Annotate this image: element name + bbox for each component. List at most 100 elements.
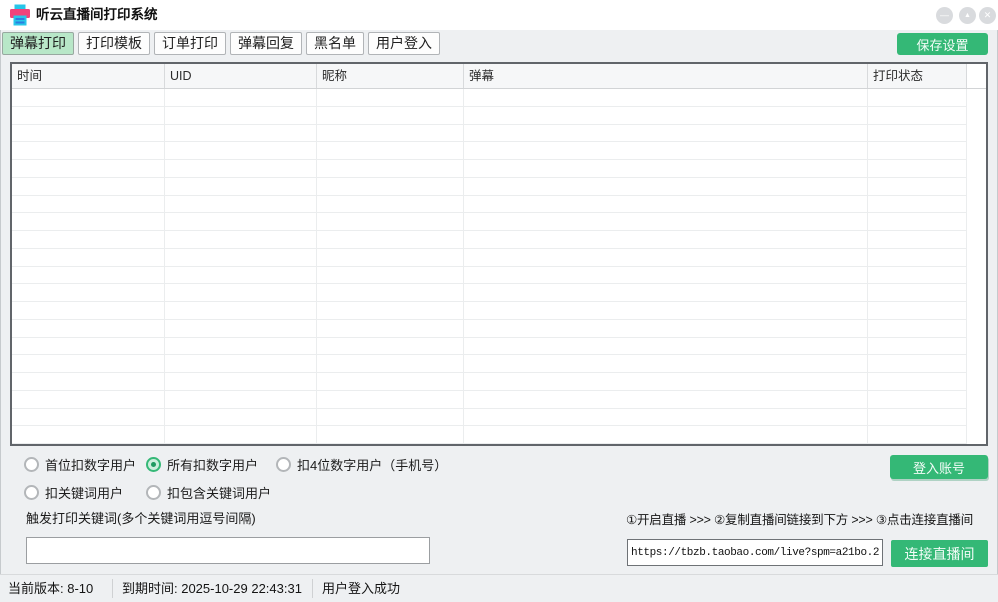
table-cell: [464, 107, 868, 125]
radio-icon: [146, 457, 161, 472]
table-cell: [165, 142, 317, 160]
table-cell: [868, 107, 967, 125]
table-cell: [464, 231, 868, 249]
table-row: [12, 320, 986, 338]
table-cell: [868, 373, 967, 391]
table-cell: [165, 373, 317, 391]
table-cell: [464, 391, 868, 409]
table-cell: [12, 302, 165, 320]
table-cell: [12, 409, 165, 427]
trigger-keyword-input[interactable]: [26, 537, 430, 564]
table-cell: [868, 125, 967, 143]
tab-user-login[interactable]: 用户登入: [368, 32, 440, 55]
table-cell: [967, 355, 986, 373]
radio-all-digit-user[interactable]: 所有扣数字用户: [146, 456, 258, 472]
tab-danmu-print[interactable]: 弹幕打印: [2, 32, 74, 55]
table-cell: [868, 89, 967, 107]
radio-label: 扣关键词用户: [45, 483, 123, 502]
table-cell: [967, 267, 986, 285]
login-account-button[interactable]: 登入账号: [890, 455, 988, 479]
radio-contain-keyword-user[interactable]: 扣包含关键词用户: [146, 484, 271, 500]
tab-danmu-reply[interactable]: 弹幕回复: [230, 32, 302, 55]
table-cell: [967, 142, 986, 160]
minimize-icon: —: [940, 11, 949, 20]
table-cell: [317, 160, 464, 178]
table-row: [12, 231, 986, 249]
table-cell: [868, 196, 967, 214]
table-cell: [165, 249, 317, 267]
tab-order-print[interactable]: 订单打印: [154, 32, 226, 55]
table-cell: [868, 409, 967, 427]
maximize-button[interactable]: ▲: [959, 7, 976, 24]
table-cell: [868, 160, 967, 178]
version-text: 当前版本: 8-10: [8, 575, 93, 602]
table-cell: [12, 284, 165, 302]
table-cell: [464, 249, 868, 267]
table-cell: [967, 213, 986, 231]
radio-label: 扣包含关键词用户: [167, 483, 271, 502]
table-cell: [464, 125, 868, 143]
table-cell: [464, 302, 868, 320]
table-cell: [967, 231, 986, 249]
close-icon: ✕: [984, 11, 992, 20]
table-cell: [165, 231, 317, 249]
table-cell: [464, 355, 868, 373]
table-cell: [317, 373, 464, 391]
table-cell: [967, 373, 986, 391]
table-cell: [12, 231, 165, 249]
table-cell: [868, 426, 967, 444]
radio-label: 首位扣数字用户: [45, 455, 136, 474]
app-title: 听云直播间打印系统: [36, 0, 158, 30]
close-button[interactable]: ✕: [979, 7, 996, 24]
radio-keyword-user[interactable]: 扣关键词用户: [24, 484, 123, 500]
table-cell: [12, 249, 165, 267]
radio-label: 扣4位数字用户（手机号）: [297, 455, 447, 474]
table-cell: [317, 302, 464, 320]
table-body: [12, 89, 986, 444]
table-cell: [317, 284, 464, 302]
radio-label: 所有扣数字用户: [167, 455, 258, 474]
table-cell: [165, 267, 317, 285]
status-separator: [312, 579, 313, 598]
connect-steps-text: ①开启直播 >>> ②复制直播间链接到下方 >>> ③点击连接直播间: [626, 509, 973, 528]
table-cell: [317, 142, 464, 160]
table-cell: [12, 89, 165, 107]
table-row: [12, 355, 986, 373]
table-row: [12, 142, 986, 160]
live-url-input[interactable]: [627, 539, 883, 566]
table-cell: [317, 213, 464, 231]
save-settings-button[interactable]: 保存设置: [897, 33, 988, 55]
table-cell: [165, 338, 317, 356]
login-status-text: 用户登入成功: [322, 575, 400, 602]
table-cell: [967, 284, 986, 302]
table-cell: [464, 178, 868, 196]
table-cell: [317, 249, 464, 267]
table-cell: [317, 196, 464, 214]
table-row: [12, 284, 986, 302]
tab-print-template[interactable]: 打印模板: [78, 32, 150, 55]
danmu-table: 时间 UID 昵称 弹幕 打印状态: [10, 62, 988, 446]
table-cell: [464, 267, 868, 285]
table-cell: [317, 355, 464, 373]
table-row: [12, 160, 986, 178]
connect-live-button[interactable]: 连接直播间: [891, 540, 988, 567]
table-cell: [868, 338, 967, 356]
radio-icon: [276, 457, 291, 472]
minimize-button[interactable]: —: [936, 7, 953, 24]
table-row: [12, 391, 986, 409]
table-cell: [868, 213, 967, 231]
table-cell: [317, 391, 464, 409]
tab-blacklist[interactable]: 黑名单: [306, 32, 364, 55]
table-cell: [317, 426, 464, 444]
table-cell: [12, 320, 165, 338]
table-row: [12, 196, 986, 214]
table-cell: [967, 320, 986, 338]
table-cell: [165, 213, 317, 231]
radio-first-digit-user[interactable]: 首位扣数字用户: [24, 456, 136, 472]
table-row: [12, 338, 986, 356]
table-cell: [165, 125, 317, 143]
radio-4digit-phone-user[interactable]: 扣4位数字用户（手机号）: [276, 456, 447, 472]
table-cell: [12, 125, 165, 143]
expiry-time-text: 到期时间: 2025-10-29 22:43:31: [122, 575, 302, 602]
table-cell: [967, 409, 986, 427]
